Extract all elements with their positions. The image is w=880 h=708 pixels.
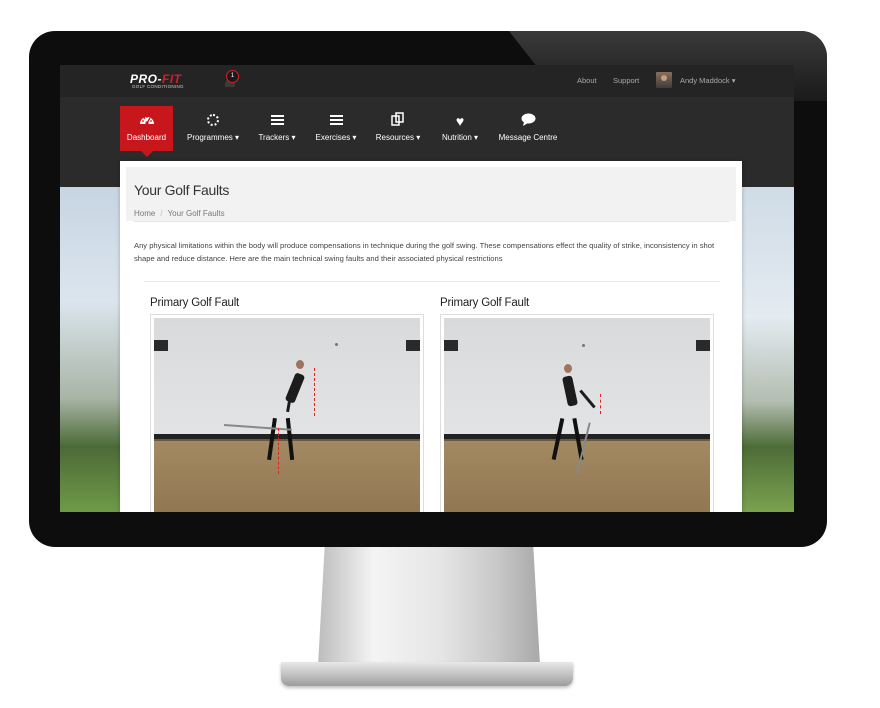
divider — [134, 221, 729, 222]
wall-speaker — [696, 340, 710, 351]
documents-icon — [372, 112, 424, 130]
breadcrumb-home[interactable]: Home — [134, 209, 155, 218]
wall-fixture — [582, 344, 585, 347]
notification-bell-icon[interactable]: 1 — [223, 70, 239, 88]
wall-fixture — [335, 343, 338, 346]
heart-icon: ♥ — [455, 113, 465, 129]
fault-title: Primary Golf Fault — [440, 297, 530, 309]
nav-trackers[interactable]: Trackers ▾ — [255, 106, 299, 151]
background-image-right — [742, 187, 794, 512]
notification-badge: 1 — [226, 70, 239, 83]
nav-label: Dashboard — [126, 133, 167, 142]
about-link[interactable]: About — [577, 76, 597, 85]
nav-label: Nutrition ▾ — [441, 133, 479, 142]
top-bar: PRO-FIT GOLF CONDITIONING 1 About Suppor… — [60, 65, 794, 97]
screen: PRO-FIT GOLF CONDITIONING 1 About Suppor… — [60, 65, 794, 512]
posture-guide-line — [278, 428, 279, 474]
support-link[interactable]: Support — [613, 76, 639, 85]
dashboard-gauge-icon — [120, 112, 173, 130]
fault-title: Primary Golf Fault — [150, 297, 240, 309]
golfer-head — [564, 364, 572, 373]
avatar[interactable] — [656, 72, 672, 88]
nav-resources[interactable]: Resources ▾ — [372, 106, 424, 151]
intro-text: Any physical limitations within the body… — [134, 241, 715, 263]
nav-label: Trackers ▾ — [258, 133, 296, 142]
fault-photo — [444, 318, 710, 512]
list-bars-icon — [255, 112, 299, 130]
breadcrumb-separator: / — [160, 209, 163, 218]
page-header: Your Golf Faults Home / Your Golf Faults — [126, 167, 736, 221]
user-menu[interactable]: Andy Maddock ▾ — [680, 76, 735, 85]
list-bars-icon — [313, 112, 359, 130]
wall-speaker — [406, 340, 420, 351]
golfer-torso — [561, 375, 579, 407]
nav-nutrition[interactable]: ♥ Nutrition ▾ — [437, 106, 483, 151]
nav-message-centre[interactable]: Message Centre — [497, 106, 559, 151]
nav-label: Resources ▾ — [375, 133, 421, 142]
wall-speaker — [444, 340, 458, 351]
golfer-arm — [579, 389, 596, 409]
logo[interactable]: PRO-FIT GOLF CONDITIONING — [130, 72, 200, 92]
breadcrumb: Home / Your Golf Faults — [134, 209, 225, 218]
floor-edge — [154, 439, 420, 441]
posture-guide-line — [600, 394, 601, 414]
page-title: Your Golf Faults — [134, 182, 230, 198]
golfer-head — [296, 360, 304, 369]
nav-label: Exercises ▾ — [315, 133, 357, 142]
breadcrumb-current: Your Golf Faults — [167, 209, 225, 218]
spinner-icon — [182, 112, 244, 130]
golf-club — [223, 424, 292, 431]
fault-image-2[interactable] — [440, 314, 714, 512]
logo-subtitle: GOLF CONDITIONING — [132, 84, 184, 89]
divider — [144, 281, 720, 282]
nav-label: Programmes ▾ — [186, 133, 240, 142]
fault-image-1[interactable] — [150, 314, 424, 512]
speech-bubble-icon — [497, 112, 559, 130]
fault-photo — [154, 318, 420, 512]
nav-label: Message Centre — [498, 133, 558, 142]
content-panel: Your Golf Faults Home / Your Golf Faults A… — [120, 161, 742, 512]
floor — [154, 439, 420, 512]
nav-dashboard[interactable]: Dashboard — [120, 106, 173, 157]
monitor-stand — [318, 547, 540, 665]
monitor-stand-base — [281, 662, 573, 686]
wall-speaker — [154, 340, 168, 351]
posture-guide-line — [314, 368, 315, 416]
background-image-left — [60, 187, 120, 512]
nav-programmes[interactable]: Programmes ▾ — [182, 106, 244, 151]
nav-exercises[interactable]: Exercises ▾ — [313, 106, 359, 151]
